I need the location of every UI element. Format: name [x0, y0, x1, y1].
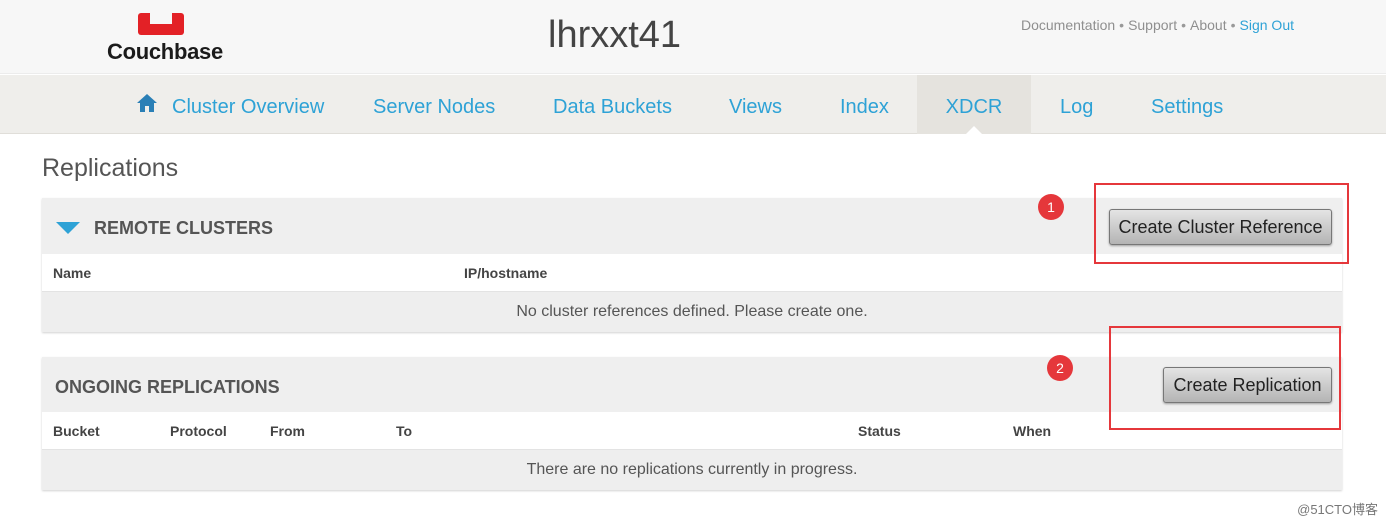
nav-index[interactable]: Index	[840, 75, 889, 134]
sign-out-link[interactable]: Sign Out	[1240, 17, 1294, 33]
annotation-badge-2: 2	[1047, 355, 1073, 381]
nav-xdcr[interactable]: XDCR	[917, 75, 1031, 135]
column-to[interactable]: To	[396, 423, 412, 439]
annotation-box-2	[1109, 326, 1341, 430]
nav-views[interactable]: Views	[729, 75, 782, 134]
main-nav: Cluster Overview Server Nodes Data Bucke…	[0, 75, 1386, 135]
page-title: Replications	[42, 154, 179, 182]
nav-cluster-overview[interactable]: Cluster Overview	[172, 75, 324, 134]
support-link[interactable]: Support	[1128, 17, 1177, 33]
nav-log[interactable]: Log	[1060, 75, 1093, 134]
remote-clusters-title: REMOTE CLUSTERS	[94, 218, 274, 238]
watermark: @51CTO博客	[1297, 502, 1378, 517]
top-links: Documentation • Support • About • Sign Out	[1021, 17, 1294, 33]
nav-server-nodes[interactable]: Server Nodes	[373, 75, 495, 134]
separator: •	[1181, 17, 1187, 33]
nav-settings[interactable]: Settings	[1151, 75, 1223, 134]
couchbase-logo[interactable]: Couchbase	[105, 13, 223, 65]
separator: •	[1119, 17, 1125, 33]
column-protocol[interactable]: Protocol	[170, 423, 227, 439]
column-when[interactable]: When	[1013, 423, 1051, 439]
separator: •	[1230, 17, 1236, 33]
column-ip-hostname[interactable]: IP/hostname	[464, 265, 547, 281]
empty-message: There are no replications currently in p…	[42, 450, 1342, 490]
cluster-name: lhrxxt41	[548, 14, 682, 56]
top-header: Couchbase lhrxxt41 Documentation • Support…	[0, 0, 1386, 74]
couchbase-logo-icon	[138, 13, 184, 35]
annotation-box-1	[1094, 183, 1349, 264]
collapse-triangle-icon[interactable]	[56, 222, 80, 234]
column-bucket[interactable]: Bucket	[53, 423, 100, 439]
ongoing-replications-title: ONGOING REPLICATIONS	[55, 377, 280, 397]
column-name[interactable]: Name	[53, 265, 91, 281]
logo-text: Couchbase	[107, 39, 223, 64]
column-from[interactable]: From	[270, 423, 305, 439]
home-icon[interactable]	[137, 94, 157, 112]
nav-data-buckets[interactable]: Data Buckets	[553, 75, 672, 134]
about-link[interactable]: About	[1190, 17, 1227, 33]
column-status[interactable]: Status	[858, 423, 901, 439]
documentation-link[interactable]: Documentation	[1021, 17, 1115, 33]
annotation-badge-1: 1	[1038, 194, 1064, 220]
